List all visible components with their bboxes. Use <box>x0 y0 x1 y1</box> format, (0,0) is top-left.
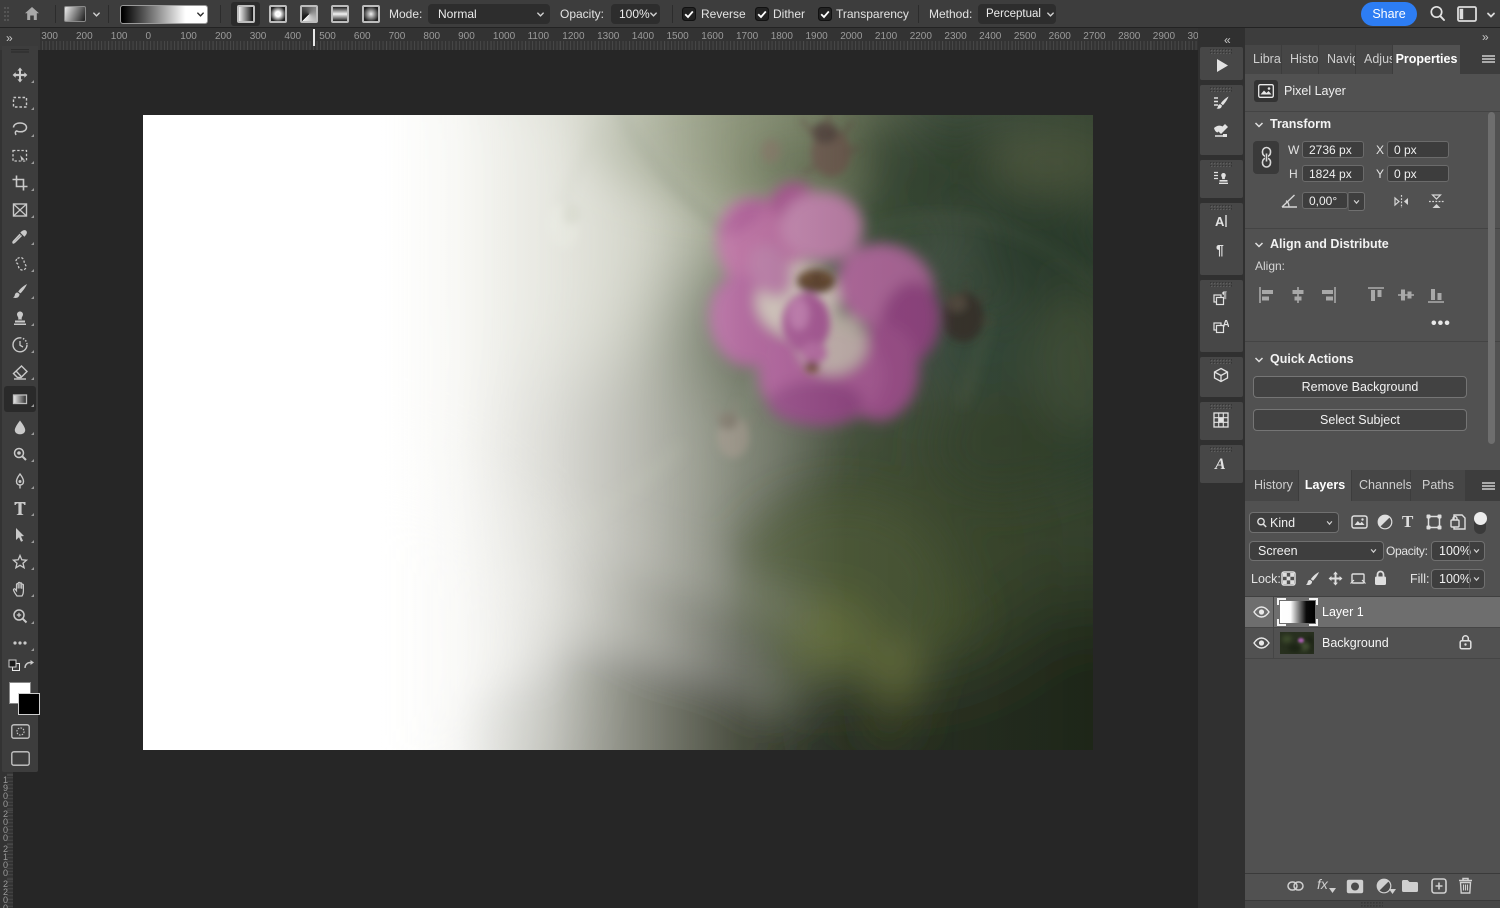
svg-text:A: A <box>1223 319 1230 330</box>
svg-text:¶: ¶ <box>1216 242 1224 258</box>
svg-text:A: A <box>1215 214 1225 229</box>
svg-text:¶: ¶ <box>1222 290 1227 300</box>
svg-text:A: A <box>1214 456 1226 471</box>
